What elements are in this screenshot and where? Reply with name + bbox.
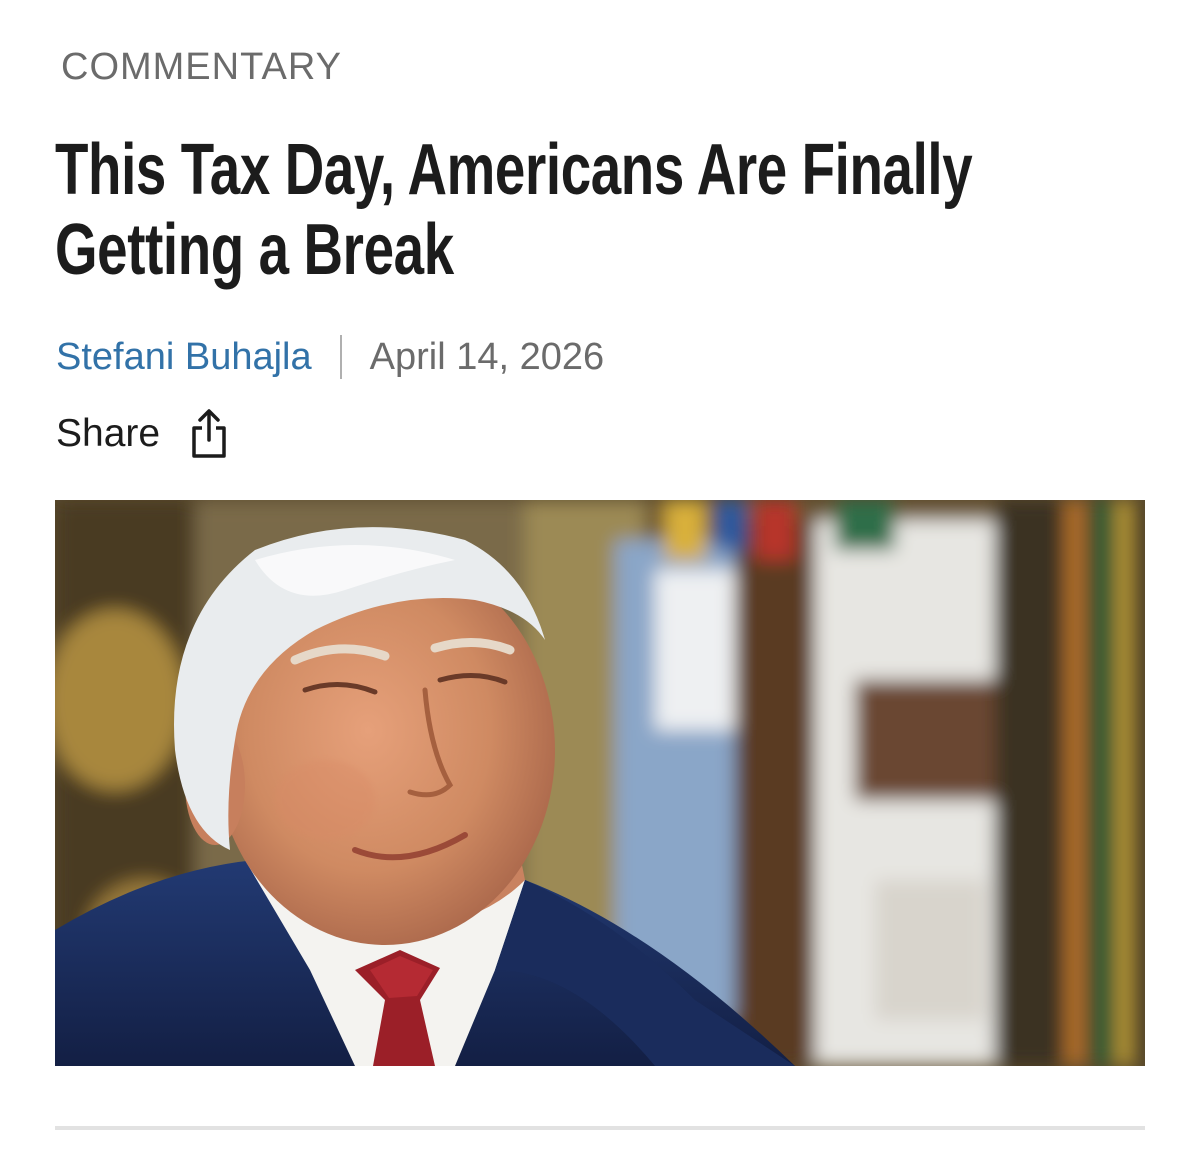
article-header: COMMENTARY This Tax Day, Americans Are F… <box>0 0 1200 1174</box>
byline-divider <box>339 335 342 379</box>
section-label[interactable]: COMMENTARY <box>61 42 342 92</box>
author-link[interactable]: Stefani Buhajla <box>56 336 312 379</box>
share-button[interactable]: Share <box>56 404 228 464</box>
portrait-photo <box>55 500 1145 1066</box>
share-icon <box>190 408 228 460</box>
article-hero-image <box>55 500 1145 1066</box>
byline: Stefani Buhajla April 14, 2026 <box>56 330 604 384</box>
share-label: Share <box>56 412 161 455</box>
article-headline: This Tax Day, Americans Are Finally Gett… <box>55 130 973 290</box>
section-divider <box>55 1126 1145 1130</box>
publish-date: April 14, 2026 <box>369 335 605 378</box>
